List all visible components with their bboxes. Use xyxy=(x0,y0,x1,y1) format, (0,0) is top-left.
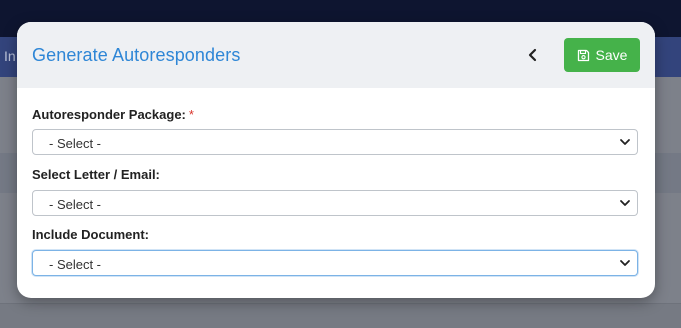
save-label: Save xyxy=(595,47,628,63)
select-letter-email-select[interactable]: - Select - xyxy=(32,190,638,216)
content-footer xyxy=(0,303,681,328)
floppy-disk-icon xyxy=(577,49,589,61)
select-letter-email-select-value: - Select - xyxy=(49,197,102,212)
chevron-down-icon xyxy=(620,260,630,266)
back-button[interactable] xyxy=(522,44,544,66)
include-document-select-value: - Select - xyxy=(49,257,102,272)
modal-header: Generate Autoresponders Save xyxy=(17,22,655,88)
chevron-left-icon xyxy=(528,48,537,62)
modal-title: Generate Autoresponders xyxy=(32,45,241,65)
include-document-label: Include Document: xyxy=(32,227,150,242)
chevron-down-icon xyxy=(620,200,630,206)
save-button[interactable]: Save xyxy=(564,38,640,72)
autoresponder-package-label-text: Autoresponder Package: xyxy=(32,107,186,122)
autoresponder-package-label: Autoresponder Package: * xyxy=(32,107,194,122)
select-letter-email-label: Select Letter / Email: xyxy=(32,167,160,182)
chevron-down-icon xyxy=(620,139,630,145)
generate-autoresponders-modal: Generate Autoresponders Save Autorespond… xyxy=(17,22,655,298)
autoresponder-package-select-value: - Select - xyxy=(49,136,102,151)
autoresponder-package-select[interactable]: - Select - xyxy=(32,129,638,155)
required-marker: * xyxy=(188,107,194,122)
include-document-select[interactable]: - Select - xyxy=(32,250,638,276)
nav-text: In xyxy=(4,48,16,64)
